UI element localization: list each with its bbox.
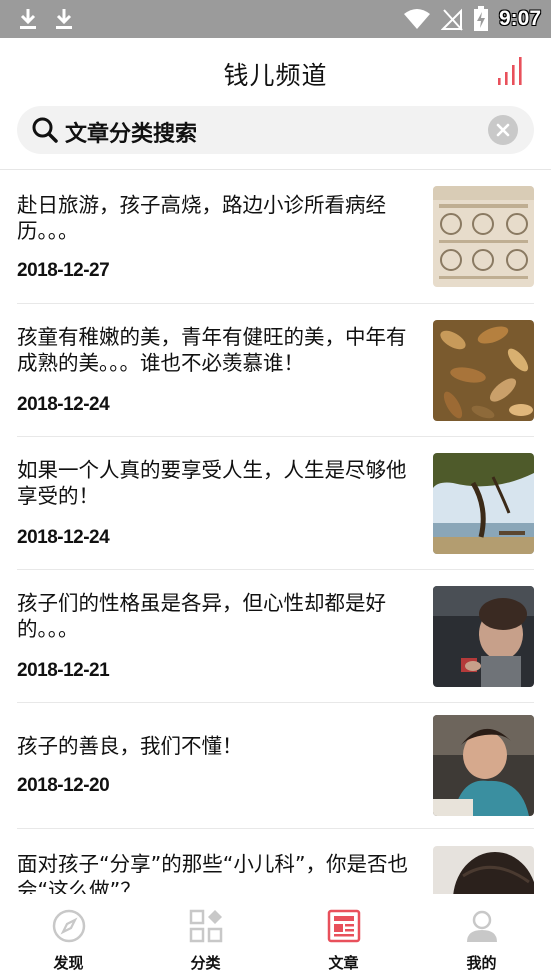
status-time: 9:07: [498, 7, 541, 30]
wifi-icon: [403, 9, 430, 29]
article-list[interactable]: 赴日旅游，孩子高烧，路边小诊所看病经历。。。 2018-12-27 孩童有稚嫩的…: [0, 170, 551, 894]
article-item[interactable]: 赴日旅游，孩子高烧，路边小诊所看病经历。。。 2018-12-27: [0, 170, 551, 304]
article-title: 孩童有稚嫩的美，青年有健旺的美，中年有成熟的美。。。谁也不必羡慕谁！: [17, 325, 407, 375]
compass-icon: [52, 909, 85, 943]
article-title: 赴日旅游，孩子高烧，路边小诊所看病经历。。。: [17, 193, 386, 243]
article-thumbnail: [433, 715, 534, 816]
close-icon: [496, 123, 510, 137]
article-title: 孩子们的性格虽是各异，但心性却都是好的。。。: [17, 591, 386, 641]
article-date: 2018-12-24: [17, 394, 110, 415]
bottom-tab-bar: 发现 分类 文章 我的: [0, 894, 551, 979]
battery-charging-icon: [473, 6, 488, 31]
article-title: 如果一个人真的要享受人生，人生是尽够他享受的！: [17, 458, 407, 508]
article-title: 面对孩子“分享”的那些“小儿科”，你是否也会“这么做”？: [17, 852, 408, 894]
article-date: 2018-12-21: [17, 660, 110, 681]
article-title: 孩子的善良，我们不懂！: [17, 734, 243, 758]
tab-discover[interactable]: 发现: [0, 894, 137, 979]
grid-icon: [189, 909, 222, 943]
tab-label: 文章: [328, 954, 359, 972]
app-header: 钱儿频道: [0, 38, 551, 104]
article-item[interactable]: 孩童有稚嫩的美，青年有健旺的美，中年有成熟的美。。。谁也不必羡慕谁！ 2018-…: [0, 304, 551, 437]
article-thumbnail: [433, 320, 534, 421]
article-thumbnail: [433, 586, 534, 687]
tab-mine[interactable]: 我的: [413, 894, 550, 979]
article-thumbnail: [433, 453, 534, 554]
search-bar[interactable]: 文章分类搜索: [17, 106, 534, 154]
stats-icon[interactable]: [497, 54, 527, 86]
search-input[interactable]: 文章分类搜索: [65, 116, 197, 148]
page-title: 钱儿频道: [223, 61, 328, 90]
user-icon: [466, 910, 497, 942]
tab-label: 发现: [53, 954, 84, 972]
tab-article[interactable]: 文章: [275, 894, 412, 979]
article-date: 2018-12-27: [17, 260, 110, 281]
clear-search-button[interactable]: [488, 115, 518, 145]
article-item[interactable]: 如果一个人真的要享受人生，人生是尽够他享受的！ 2018-12-24: [0, 437, 551, 570]
article-date: 2018-12-24: [17, 527, 110, 548]
article-item[interactable]: 孩子们的性格虽是各异，但心性却都是好的。。。 2018-12-21: [0, 570, 551, 703]
status-bar: 9:07: [0, 0, 551, 38]
article-item[interactable]: 面对孩子“分享”的那些“小儿科”，你是否也会“这么做”？: [0, 829, 551, 894]
tab-label: 分类: [190, 954, 221, 972]
article-item[interactable]: 孩子的善良，我们不懂！ 2018-12-20: [0, 703, 551, 829]
download-icon: [56, 9, 72, 29]
article-icon: [327, 909, 360, 943]
no-signal-icon: [440, 8, 463, 31]
tab-label: 我的: [466, 954, 497, 972]
article-thumbnail: [433, 186, 534, 287]
article-thumbnail: [433, 846, 534, 894]
tab-category[interactable]: 分类: [137, 894, 274, 979]
search-icon: [32, 117, 58, 143]
article-date: 2018-12-20: [17, 775, 110, 796]
download-icon: [20, 9, 36, 29]
